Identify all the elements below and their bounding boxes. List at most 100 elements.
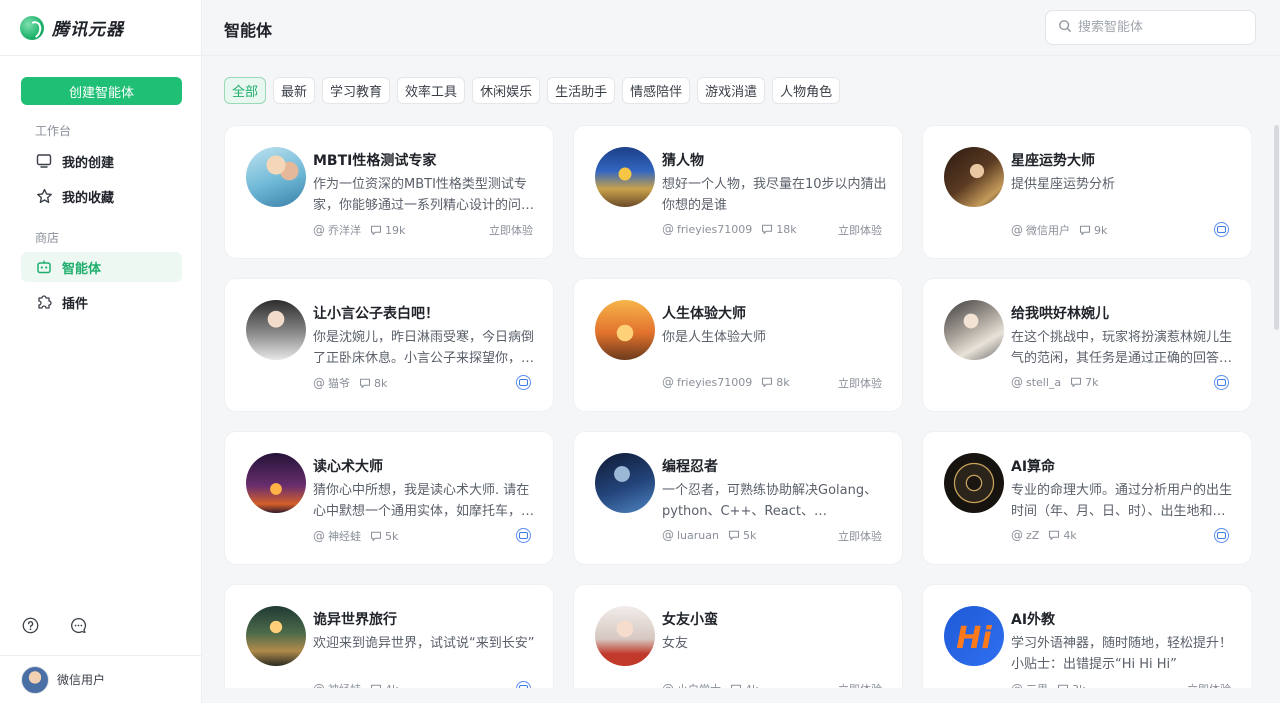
search-input[interactable]	[1078, 20, 1238, 35]
agent-card[interactable]: 诡异世界旅行欢迎来到诡异世界，试试说“来到长安” @神经蛙 4k	[224, 584, 554, 688]
sidebar-item-plugins[interactable]: 插件	[21, 287, 182, 317]
chat-icon	[370, 531, 382, 542]
try-now-link[interactable]: 立即体验	[838, 681, 882, 688]
agent-grid: MBTI性格测试专家 作为一位资深的MBTI性格类型测试专家，你能够通过一系列精心…	[224, 125, 1251, 688]
agent-meta: @ zZ 4k	[1011, 528, 1077, 542]
sidebar-item-my-creations[interactable]: 我的创建	[21, 146, 182, 176]
at-icon: @	[1011, 223, 1023, 237]
chat-icon	[762, 377, 773, 388]
at-icon: @	[662, 222, 674, 236]
monitor-icon	[35, 152, 53, 170]
agent-avatar: Hi	[944, 606, 1004, 666]
try-now-link[interactable]: 立即体验	[838, 375, 882, 391]
agent-card[interactable]: MBTI性格测试专家 作为一位资深的MBTI性格类型测试专家，你能够通过一系列精心…	[224, 125, 554, 259]
header: 智能体	[202, 0, 1280, 56]
agent-meta: @ 乔洋洋 19k	[313, 222, 405, 238]
scrollbar[interactable]	[1274, 125, 1279, 330]
tab-6[interactable]: 情感陪伴	[622, 77, 691, 104]
agent-meta: @ frieyies71009 18k	[662, 222, 797, 236]
chat-icon	[728, 530, 740, 541]
sidebar-item-agents[interactable]: 智能体	[21, 252, 182, 282]
usage-count: 8k	[761, 375, 790, 389]
usage-count: 4k	[370, 683, 398, 689]
agent-card[interactable]: 星座运势大师 提供星座运势分析 @ 微信用户 9k	[922, 125, 1251, 259]
try-now-link[interactable]: 立即体验	[838, 222, 882, 238]
search-icon	[1058, 18, 1072, 37]
usage-count: 4k	[1048, 528, 1077, 542]
agent-card[interactable]: AI算命专业的命理大师。通过分析用户的出生时间（年、月、日、时）、出生地和性别……	[922, 431, 1251, 565]
user-name: 微信用户	[57, 673, 106, 687]
agent-author: frieyies71009	[677, 222, 753, 236]
category-tabs: 全部 最新 学习教育 效率工具 休闲娱乐 生活助手 情感陪伴 游戏消遣 人物角色	[224, 77, 841, 104]
create-agent-button[interactable]: 创建智能体	[21, 77, 182, 105]
agent-avatar	[944, 147, 1004, 207]
tab-2[interactable]: 学习教育	[322, 77, 391, 104]
bot-badge-icon	[516, 375, 531, 390]
agent-meta: @神经蛙 4k	[313, 681, 398, 688]
agent-card[interactable]: 编程忍者 一个忍者，可熟练协助解决Golang、python、C++、React、…	[573, 431, 903, 565]
sidebar-item-my-favorites[interactable]: 我的收藏	[21, 181, 182, 211]
help-icon[interactable]	[21, 616, 39, 634]
tab-7[interactable]: 游戏消遣	[697, 77, 766, 104]
agent-meta: @ 猫爷 8k	[313, 375, 387, 391]
tab-4[interactable]: 休闲娱乐	[472, 77, 541, 104]
logo[interactable]: 腾讯元器	[0, 0, 201, 56]
agent-card[interactable]: 猜人物 想好一个人物，我尽量在10步以内猜出你想的是谁 @ frieyies71009…	[573, 125, 903, 259]
bot-badge-icon	[1214, 222, 1229, 237]
agent-author: 微信用户	[1026, 224, 1070, 237]
section-workspace: 工作台	[35, 124, 72, 138]
bot-badge-icon	[1214, 528, 1229, 543]
agent-description: 作为一位资深的MBTI性格类型测试专家，你能够通过一系列精心设计的问题…	[313, 177, 527, 213]
agent-avatar	[246, 300, 306, 360]
try-now-link[interactable]: 立即体验	[838, 528, 882, 544]
agent-description: 欢迎来到诡异世界，试试说“来到长安”	[313, 636, 535, 651]
agent-card[interactable]: 让小言公子表白吧！ 你是沈婉儿，昨日淋雨受寒，今日病倒了正卧床休息。小言公子来探望…	[224, 278, 554, 412]
agent-description: 专业的命理大师。通过分析用户的出生时间（年、月、日、时）、出生地和性别…	[1011, 483, 1233, 519]
usage-count-value: 19k	[385, 223, 406, 237]
bot-badge-icon	[1214, 375, 1229, 390]
chat-icon	[1071, 377, 1082, 388]
agent-description: 学习外语神器，随时随地，轻松提升！小贴士：出错提示“Hi Hi Hi”	[1011, 636, 1233, 672]
section-store: 商店	[35, 231, 60, 245]
usage-count: 18k	[761, 223, 797, 236]
feedback-icon[interactable]	[69, 616, 87, 634]
agent-avatar	[246, 606, 306, 666]
agent-description: 在这个挑战中，玩家将扮演惹林婉儿生气的范闲，其任务是通过正确的回答和行…	[1011, 330, 1233, 366]
agent-title: 让小言公子表白吧！	[313, 306, 439, 322]
agent-card[interactable]: 女友小蛮女友 @小白学大 4k 立即体验	[573, 584, 903, 688]
agent-avatar	[595, 453, 655, 513]
agent-card[interactable]: 给我哄好林婉儿 在这个挑战中，玩家将扮演惹林婉儿生气的范闲，其任务是通过正确的回答…	[922, 278, 1251, 412]
usage-count: 19k	[370, 224, 405, 237]
try-now-link[interactable]: 立即体验	[489, 222, 533, 238]
agent-author: 猫爷	[328, 377, 350, 390]
tab-8[interactable]: 人物角色	[772, 77, 841, 104]
agent-author: luaruan	[677, 528, 719, 542]
agent-card[interactable]: Hi AI外教 学习外语神器，随时随地，轻松提升！小贴士：出错提示“Hi Hi Hi…	[922, 584, 1251, 688]
agent-author: 乔洋洋	[328, 224, 361, 237]
tab-1[interactable]: 最新	[273, 77, 316, 104]
chat-icon	[370, 225, 382, 236]
at-icon: @	[1011, 375, 1023, 389]
usage-count-value: 4k	[745, 683, 758, 689]
user-profile[interactable]: 微信用户	[0, 655, 202, 703]
usage-count-value: 8k	[776, 375, 790, 389]
usage-count-value: 4k	[385, 683, 398, 689]
search-box[interactable]	[1045, 10, 1256, 45]
agent-description: 提供星座运势分析	[1011, 177, 1116, 192]
robot-icon	[35, 258, 53, 276]
agent-card[interactable]: 读心术大师 猜你心中所想，我是读心术大师. 请在心中默想一个通用实体，如摩托车，电…	[224, 431, 554, 565]
agent-author: 三思	[1026, 681, 1048, 688]
agent-description: 猜你心中所想，我是读心术大师. 请在心中默想一个通用实体，如摩托车，电风…	[313, 483, 535, 519]
agent-title: 诡异世界旅行	[313, 612, 397, 628]
tab-0[interactable]: 全部	[224, 77, 267, 104]
agent-card[interactable]: 人生体验大师 你是人生体验大师 @ frieyies71009 8k 立即体验	[573, 278, 903, 412]
tab-3[interactable]: 效率工具	[397, 77, 466, 104]
usage-count-value: 4k	[1063, 528, 1077, 542]
agent-avatar	[595, 606, 655, 666]
try-now-link[interactable]: 立即体验	[1187, 681, 1231, 688]
usage-count-value: 8k	[374, 376, 388, 390]
agent-description: 想好一个人物，我尽量在10步以内猜出你想的是谁	[662, 177, 887, 213]
tab-5[interactable]: 生活助手	[547, 77, 616, 104]
usage-count-value: 3k	[1072, 683, 1085, 689]
agent-avatar	[595, 147, 655, 207]
